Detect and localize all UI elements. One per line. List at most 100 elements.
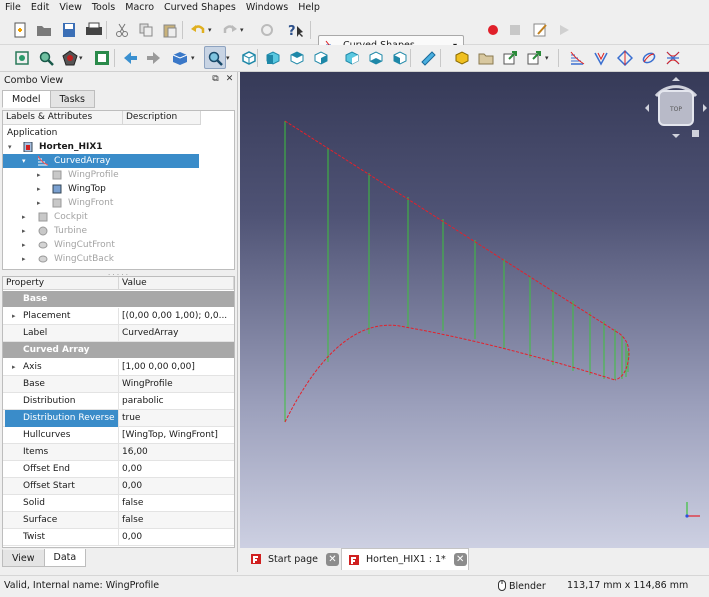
collapsed-icon[interactable]: ▸ (37, 196, 41, 210)
nav-arrow-right-icon[interactable] (703, 104, 707, 112)
menu-view[interactable]: View (59, 2, 82, 13)
prop-value[interactable]: [WingTop, WingFront] (118, 427, 234, 444)
collapsed-icon[interactable]: ▸ (22, 224, 26, 238)
nav-arrow-down-icon[interactable] (672, 134, 680, 138)
zoom-dropdown-icon[interactable]: ▾ (226, 54, 230, 62)
tree-item-horten[interactable]: ▾ Horten_HIX1 (3, 140, 199, 154)
prop-value[interactable]: false (118, 495, 234, 512)
undo-icon[interactable] (188, 20, 208, 40)
3d-viewport[interactable]: TOP (240, 72, 709, 548)
prop-value[interactable]: WingProfile (118, 376, 234, 393)
draw-style-dropdown-icon[interactable]: ▾ (79, 54, 83, 62)
bounding-box-icon[interactable] (92, 48, 112, 68)
menu-help[interactable]: Help (298, 2, 320, 13)
menu-file[interactable]: File (5, 2, 21, 13)
tree-header-description[interactable]: Description (123, 111, 201, 125)
prop-value[interactable]: false (118, 512, 234, 529)
tree-item-turbine[interactable]: ▸ Turbine (3, 224, 199, 238)
play-macro-icon[interactable] (554, 20, 574, 40)
prop-value[interactable]: CurvedArray (118, 325, 234, 342)
nav-arrow-left-icon[interactable] (645, 104, 649, 112)
menu-curved-shapes[interactable]: Curved Shapes (164, 2, 236, 13)
measure-icon[interactable] (418, 48, 438, 68)
prop-header-property[interactable]: Property (3, 277, 119, 290)
tree-item-wingfront[interactable]: ▸ WingFront (3, 196, 199, 210)
arrow-left-icon[interactable] (120, 48, 140, 68)
prop-row-surface[interactable]: Surface false (3, 512, 234, 529)
prop-value[interactable]: 0,00 (118, 461, 234, 478)
curved-segment-icon[interactable] (663, 48, 683, 68)
tab-start-page[interactable]: Start page ✕ (244, 548, 340, 570)
tab-horten-document[interactable]: Horten_HIX1 : 1* ✕ (341, 548, 469, 570)
prop-value[interactable]: 0,00 (118, 529, 234, 546)
curved-path-array-icon[interactable] (591, 48, 611, 68)
prop-row-solid[interactable]: Solid false (3, 495, 234, 512)
prop-value[interactable]: parabolic (118, 393, 234, 410)
whats-this-icon[interactable]: ? (286, 20, 306, 40)
view-rear-icon[interactable] (342, 48, 362, 68)
tab-view[interactable]: View (2, 549, 45, 567)
collapsed-icon[interactable]: ▸ (37, 182, 41, 196)
collapsed-icon[interactable]: ▸ (22, 252, 26, 266)
prop-value[interactable]: true (118, 410, 234, 427)
open-folder-icon[interactable] (34, 20, 54, 40)
surface-cut-icon[interactable] (615, 48, 635, 68)
navigation-style[interactable]: Blender (498, 580, 546, 592)
redo-icon[interactable] (220, 20, 240, 40)
prop-value[interactable]: 16,00 (118, 444, 234, 461)
prop-row-placement[interactable]: ▸ Placement [(0,00 0,00 1,00); 0,0... (3, 308, 234, 325)
tab-tasks[interactable]: Tasks (49, 90, 95, 108)
tree-item-wingprofile[interactable]: ▸ WingProfile (3, 168, 199, 182)
prop-value[interactable]: [1,00 0,00 0,00] (118, 359, 234, 376)
prop-value[interactable]: [(0,00 0,00 1,00); 0,0... (118, 308, 234, 325)
float-panel-icon[interactable]: ⧉ (210, 74, 221, 85)
collapsed-icon[interactable]: ▸ (12, 308, 16, 325)
tree-item-wingtop[interactable]: ▸ WingTop (3, 182, 199, 196)
prop-header-value[interactable]: Value (119, 277, 234, 290)
collapsed-icon[interactable]: ▸ (22, 238, 26, 252)
tree-item-curvedarray[interactable]: ▾ CurvedArray (3, 154, 199, 168)
view-front-icon[interactable] (263, 48, 283, 68)
tree-item-wingcutfront[interactable]: ▸ WingCutFront (3, 238, 199, 252)
nav-arrow-up-icon[interactable] (672, 77, 680, 81)
prop-row-distribution[interactable]: Distribution parabolic (3, 393, 234, 410)
zoom-icon[interactable] (203, 46, 226, 69)
close-icon[interactable]: ✕ (325, 552, 339, 566)
tab-model[interactable]: Model (2, 90, 51, 108)
undo-dropdown-icon[interactable]: ▾ (208, 26, 212, 34)
view-menu-icon[interactable] (692, 130, 699, 137)
menu-macro[interactable]: Macro (125, 2, 154, 13)
fit-selection-icon[interactable] (36, 48, 56, 68)
record-macro-icon[interactable] (483, 20, 503, 40)
link-actions-icon[interactable] (524, 48, 544, 68)
print-icon[interactable] (84, 20, 104, 40)
navigation-cube[interactable]: TOP (644, 76, 708, 144)
prop-row-base[interactable]: Base WingProfile (3, 376, 234, 393)
view-right-icon[interactable] (311, 48, 331, 68)
view-left-icon[interactable] (390, 48, 410, 68)
cut-icon[interactable] (112, 20, 132, 40)
view-top-icon[interactable] (287, 48, 307, 68)
arrow-right-icon[interactable] (144, 48, 164, 68)
prop-row-distribution-reverse[interactable]: Distribution Reverse true (3, 410, 234, 427)
close-icon[interactable]: ✕ (453, 553, 467, 566)
close-panel-icon[interactable]: ✕ (224, 74, 235, 85)
menu-windows[interactable]: Windows (246, 2, 288, 13)
create-link-icon[interactable] (500, 48, 520, 68)
std-views-icon[interactable] (170, 48, 190, 68)
redo-dropdown-icon[interactable]: ▾ (240, 26, 244, 34)
prop-row-items[interactable]: Items 16,00 (3, 444, 234, 461)
menu-edit[interactable]: Edit (31, 2, 49, 13)
tab-data[interactable]: Data (43, 549, 87, 567)
view-bottom-icon[interactable] (366, 48, 386, 68)
expanded-icon[interactable]: ▾ (8, 140, 12, 154)
prop-row-twist[interactable]: Twist 0,00 (3, 529, 234, 546)
prop-row-hullcurves[interactable]: Hullcurves [WingTop, WingFront] (3, 427, 234, 444)
collapsed-icon[interactable]: ▸ (12, 359, 16, 376)
collapsed-icon[interactable]: ▸ (22, 210, 26, 224)
interpolated-middle-icon[interactable] (639, 48, 659, 68)
prop-row-label[interactable]: Label CurvedArray (3, 325, 234, 342)
collapsed-icon[interactable]: ▸ (37, 168, 41, 182)
refresh-icon[interactable] (257, 20, 277, 40)
stop-macro-icon[interactable] (505, 20, 525, 40)
